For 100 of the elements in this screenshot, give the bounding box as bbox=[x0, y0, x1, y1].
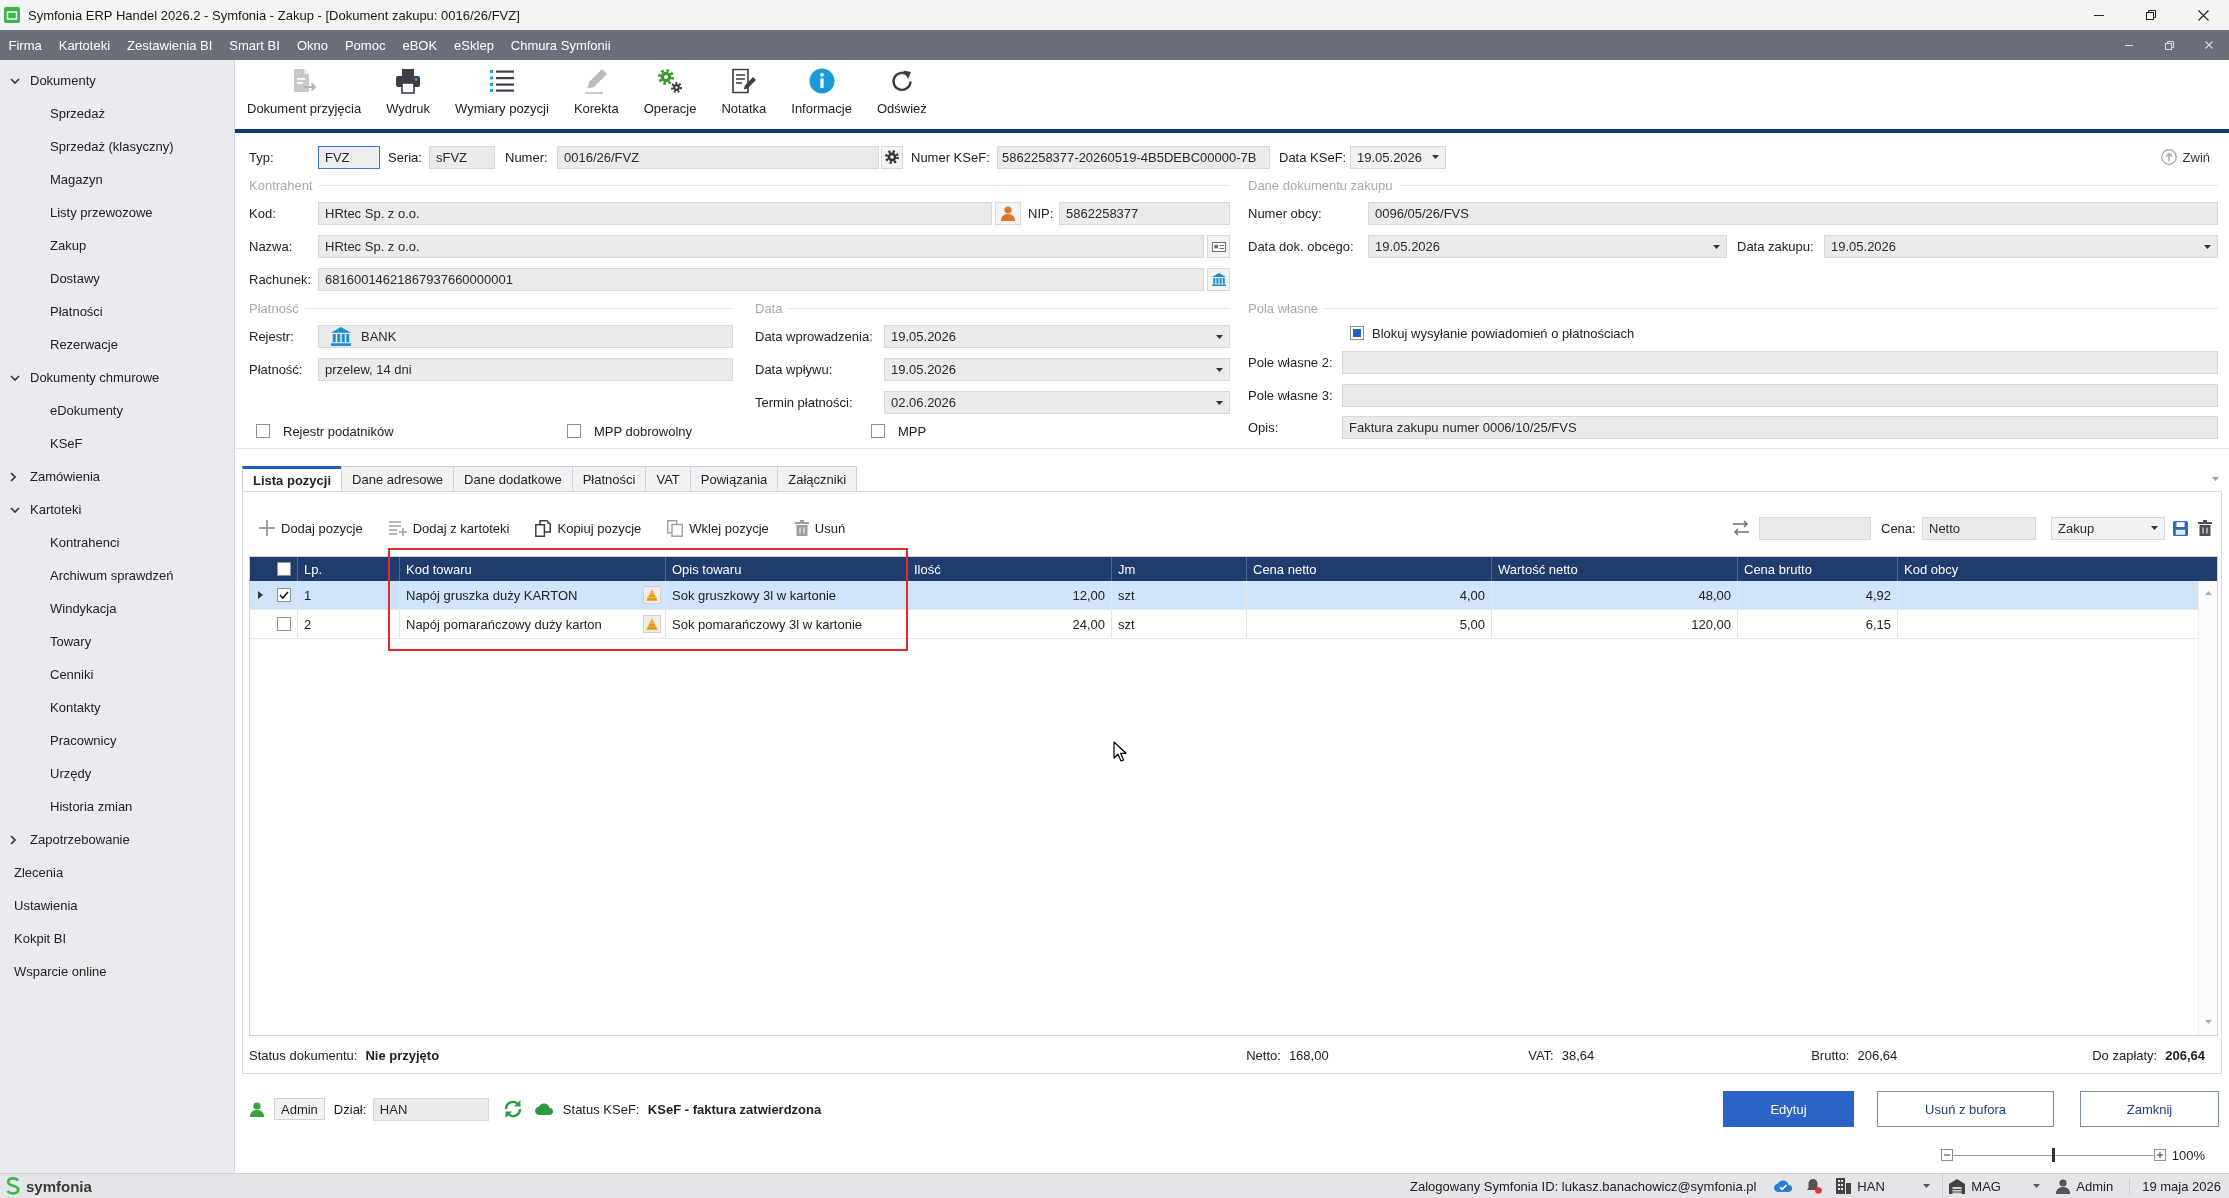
checkbox[interactable] bbox=[277, 562, 291, 576]
sidebar-item[interactable]: Kontakty bbox=[0, 691, 234, 724]
sidebar-item[interactable]: Wsparcie online bbox=[0, 955, 234, 988]
sidebar-item[interactable]: Listy przewozowe bbox=[0, 196, 234, 229]
scrollbar[interactable] bbox=[2198, 581, 2217, 1035]
toolbar-button[interactable]: Usuń bbox=[788, 514, 852, 542]
input-field[interactable]: 5862258377 bbox=[1059, 202, 1230, 225]
action-button[interactable]: Edytuj bbox=[1723, 1091, 1854, 1127]
input-field[interactable]: HAN bbox=[372, 1097, 489, 1121]
sidebar-item[interactable]: Kokpit BI bbox=[0, 922, 234, 955]
input-field[interactable] bbox=[1342, 351, 2218, 374]
column-header[interactable]: Ilość bbox=[914, 561, 941, 577]
table-row[interactable]: 2 Napój pomarańczowy duży karton Sok pomarańczowy 3l w kartonie 24,00 szt 5,00 120,00 6,15 bbox=[250, 610, 2198, 639]
input-field[interactable]: Faktura zakupu numer 0006/10/25/FVS bbox=[1342, 416, 2218, 439]
zoom-in-icon[interactable] bbox=[2153, 1149, 2166, 1161]
date-dropdown[interactable]: 19.05.2026 bbox=[1368, 235, 1727, 258]
sync-icon[interactable] bbox=[502, 1099, 523, 1119]
sidebar-item[interactable]: Zlecenia bbox=[0, 856, 234, 889]
column-header[interactable]: Wartość netto bbox=[1498, 561, 1578, 577]
toolbar-button[interactable]: Wklej pozycje bbox=[661, 514, 775, 542]
toolbar-button[interactable]: Dodaj z kartoteki bbox=[382, 514, 516, 542]
toolbar-button[interactable]: Notatka bbox=[717, 60, 771, 129]
checkbox[interactable] bbox=[256, 424, 270, 438]
sidebar-item[interactable]: KSeF bbox=[0, 427, 234, 460]
sidebar-item[interactable]: Dostawy bbox=[0, 262, 234, 295]
sidebar-item[interactable]: Pracownicy bbox=[0, 724, 234, 757]
sidebar-item[interactable]: Dokumenty bbox=[0, 64, 234, 97]
input-field[interactable]: 5862258377-20260519-4B5DEBC00000-7B bbox=[997, 145, 1270, 169]
sidebar-item[interactable]: Towary bbox=[0, 625, 234, 658]
date-dropdown[interactable]: 19.05.2026 bbox=[884, 358, 1230, 381]
input-field[interactable]: sFVZ bbox=[429, 145, 495, 169]
menu-item[interactable]: eSklep bbox=[445, 30, 503, 60]
warehouse-dropdown[interactable]: MAG bbox=[1942, 1174, 2047, 1198]
menu-item[interactable]: Kartoteki bbox=[50, 30, 119, 60]
input-field[interactable] bbox=[1342, 384, 2218, 407]
toolbar-button[interactable]: Wymiary pozycji bbox=[451, 60, 553, 129]
input-field[interactable]: FVZ bbox=[318, 145, 380, 169]
sidebar-item[interactable]: eDokumenty bbox=[0, 394, 234, 427]
dropdown[interactable]: Zakup bbox=[2051, 516, 2165, 540]
checkbox[interactable] bbox=[567, 424, 581, 438]
tab[interactable]: Dane dodatkowe bbox=[453, 466, 573, 491]
column-header[interactable]: Kod towaru bbox=[406, 561, 472, 577]
tab[interactable]: Płatności bbox=[571, 466, 647, 491]
toolbar-button[interactable]: Dodaj pozycje bbox=[253, 514, 369, 542]
column-header[interactable]: Cena netto bbox=[1253, 561, 1317, 577]
input-field[interactable]: Netto bbox=[1922, 516, 2036, 540]
column-header[interactable]: Jm bbox=[1118, 561, 1136, 577]
action-button[interactable]: Usuń z bufora bbox=[1877, 1091, 2054, 1127]
date-dropdown[interactable]: 19.05.2026 bbox=[884, 325, 1230, 348]
swap-arrows-icon[interactable] bbox=[1732, 520, 1750, 536]
sidebar-item[interactable]: Rezerwacje bbox=[0, 328, 234, 361]
menu-item[interactable]: Okno bbox=[288, 30, 337, 60]
sidebar-item[interactable]: Windykacja bbox=[0, 592, 234, 625]
input-field[interactable] bbox=[1759, 516, 1871, 540]
checkbox[interactable] bbox=[277, 617, 291, 631]
date-dropdown[interactable]: 19.05.2026 bbox=[1824, 235, 2218, 258]
column-header[interactable]: Opis towaru bbox=[672, 561, 742, 577]
tab[interactable]: VAT bbox=[645, 466, 691, 491]
input-field[interactable]: przelew, 14 dni bbox=[318, 358, 733, 381]
toolbar-button[interactable]: Wydruk bbox=[382, 60, 435, 129]
icon-button[interactable] bbox=[881, 145, 903, 169]
sidebar-item[interactable]: Magazyn bbox=[0, 163, 234, 196]
date-dropdown[interactable]: 02.06.2026 bbox=[884, 391, 1230, 414]
menu-item[interactable]: Zestawienia BI bbox=[118, 30, 221, 60]
input-field[interactable]: BANK bbox=[318, 325, 733, 348]
sidebar-item[interactable]: Sprzedaż bbox=[0, 97, 234, 130]
input-field[interactable]: HRtec Sp. z o.o. bbox=[318, 202, 992, 225]
menu-item[interactable]: Pomoc bbox=[336, 30, 394, 60]
input-field[interactable]: 0016/26/FVZ bbox=[557, 145, 879, 169]
column-header[interactable]: Cena brutto bbox=[1744, 561, 1812, 577]
menu-item[interactable]: Smart BI bbox=[220, 30, 289, 60]
table-row[interactable]: 1 Napój gruszka duży KARTON Sok gruszkowy 3l w kartonie 12,00 szt 4,00 48,00 4,92 bbox=[250, 581, 2198, 610]
sidebar-item[interactable]: Historia zmian bbox=[0, 790, 234, 823]
sidebar-item[interactable]: Kartoteki bbox=[0, 493, 234, 526]
tab[interactable]: Lista pozycji bbox=[242, 466, 343, 491]
sidebar-item[interactable]: Zakup bbox=[0, 229, 234, 262]
sidebar-item[interactable]: Dokumenty chmurowe bbox=[0, 361, 234, 394]
sidebar-item[interactable]: Ustawienia bbox=[0, 889, 234, 922]
checkbox[interactable] bbox=[871, 424, 885, 438]
sidebar-item[interactable]: Płatności bbox=[0, 295, 234, 328]
sidebar-item[interactable]: Cenniki bbox=[0, 658, 234, 691]
tab[interactable]: Załączniki bbox=[777, 466, 858, 491]
column-header[interactable]: Kod obcy bbox=[1904, 561, 1959, 577]
department-dropdown[interactable]: HAN bbox=[1830, 1174, 1937, 1198]
sidebar-item[interactable]: Zamówienia bbox=[0, 460, 234, 493]
input-field[interactable]: 68160014621867937660000001 bbox=[318, 268, 1204, 291]
tab[interactable]: Dane adresowe bbox=[341, 466, 455, 491]
sidebar-item[interactable]: Sprzedaż (klasyczny) bbox=[0, 130, 234, 163]
checkbox[interactable] bbox=[1350, 326, 1364, 340]
sidebar-item[interactable]: Archiwum sprawdzeń bbox=[0, 559, 234, 592]
tab[interactable]: Powiązania bbox=[689, 466, 779, 491]
menu-item[interactable]: eBOK bbox=[393, 30, 446, 60]
toolbar-button[interactable]: Operacje bbox=[639, 60, 701, 129]
slider-thumb[interactable] bbox=[2052, 1148, 2056, 1162]
menu-item[interactable]: Firma bbox=[0, 30, 51, 60]
sidebar-item[interactable]: Zapotrzebowanie bbox=[0, 823, 234, 856]
action-button[interactable]: Zamknij bbox=[2080, 1091, 2219, 1127]
input-field[interactable]: HRtec Sp. z o.o. bbox=[318, 235, 1204, 258]
toolbar-button[interactable]: Informacje bbox=[787, 60, 856, 129]
collapse-button[interactable]: Zwiń bbox=[2160, 149, 2210, 165]
